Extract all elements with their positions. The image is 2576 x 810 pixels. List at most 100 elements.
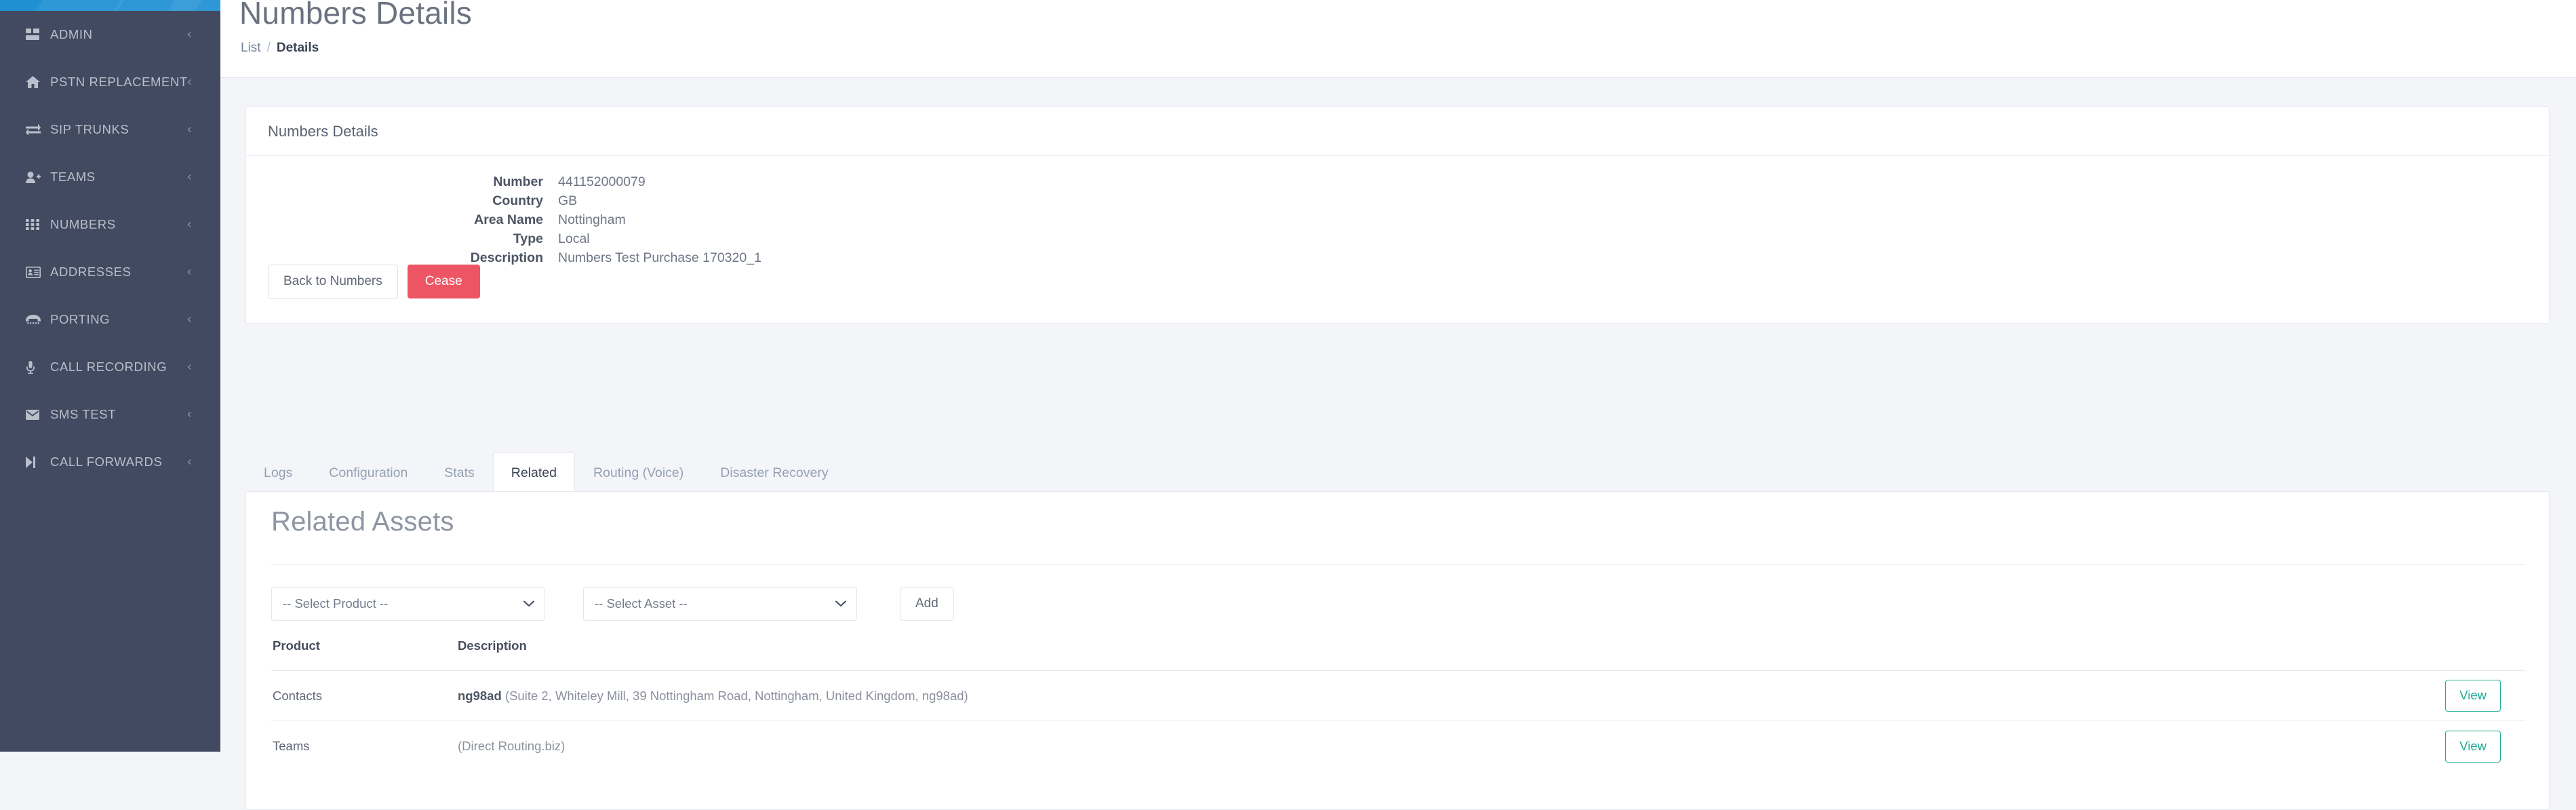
chevron-left-icon[interactable]: ‹ bbox=[186, 123, 192, 136]
cell-action: View bbox=[2419, 680, 2501, 712]
details-card-header: Numbers Details bbox=[246, 107, 2549, 156]
chevron-down-icon bbox=[523, 599, 534, 609]
chevron-down-icon bbox=[835, 599, 846, 609]
cell-action: View bbox=[2419, 730, 2501, 763]
sidebar-item-label: CALL RECORDING bbox=[50, 360, 167, 374]
sidebar-item-admin[interactable]: ADMIN ‹ bbox=[0, 11, 220, 58]
chevron-left-icon[interactable]: ‹ bbox=[186, 455, 192, 469]
sidebar-item-label: SMS TEST bbox=[50, 407, 116, 421]
detail-label: Description bbox=[470, 250, 543, 265]
column-header-description: Description bbox=[458, 638, 527, 653]
breadcrumb: List / Details bbox=[241, 41, 319, 56]
cell-description-detail: (Direct Routing.biz) bbox=[458, 739, 566, 753]
breadcrumb-current: Details bbox=[276, 41, 319, 55]
sidebar-item-porting[interactable]: PORTING ‹ bbox=[0, 296, 220, 343]
sidebar-item-sms-test[interactable]: SMS TEST ‹ bbox=[0, 391, 220, 438]
page-title: Numbers Details bbox=[239, 0, 472, 31]
id-card-icon bbox=[26, 266, 46, 278]
chevron-left-icon[interactable]: ‹ bbox=[186, 313, 192, 326]
sidebar-item-label: ADDRESSES bbox=[50, 265, 132, 279]
sidebar-item-call-recording[interactable]: CALL RECORDING ‹ bbox=[0, 343, 220, 391]
tab-bar: Logs Configuration Stats Related Routing (Vo… bbox=[245, 450, 847, 493]
chevron-left-icon[interactable]: ‹ bbox=[186, 218, 192, 231]
sidebar-item-sip-trunks[interactable]: SIP TRUNKS ‹ bbox=[0, 106, 220, 153]
detail-label: Area Name bbox=[474, 212, 543, 227]
details-field-list: Number 441152000079 Country GB Area Name Nott… bbox=[246, 156, 2549, 267]
tab-related[interactable]: Related bbox=[492, 452, 575, 493]
cease-button[interactable]: Cease bbox=[407, 265, 480, 298]
detail-label: Country bbox=[492, 193, 543, 208]
tab-configuration[interactable]: Configuration bbox=[311, 452, 426, 493]
asset-select[interactable]: -- Select Asset -- bbox=[583, 587, 857, 621]
add-asset-button[interactable]: Add bbox=[900, 587, 954, 621]
chevron-left-icon[interactable]: ‹ bbox=[186, 265, 192, 279]
sidebar-item-label: CALL FORWARDS bbox=[50, 455, 163, 469]
detail-row: Type Local bbox=[246, 229, 2549, 248]
sidebar-item-teams[interactable]: TEAMS ‹ bbox=[0, 153, 220, 201]
chevron-left-icon[interactable]: ‹ bbox=[186, 170, 192, 184]
sidebar-item-addresses[interactable]: ADDRESSES ‹ bbox=[0, 248, 220, 296]
detail-row: Area Name Nottingham bbox=[246, 210, 2549, 229]
sidebar-item-label: PORTING bbox=[50, 312, 111, 326]
related-filters: -- Select Product -- -- Select Asset -- … bbox=[271, 587, 954, 621]
chevron-left-icon[interactable]: ‹ bbox=[186, 28, 192, 41]
cell-description: ng98ad (Suite 2, Whiteley Mill, 39 Notti… bbox=[458, 689, 2419, 703]
numbers-details-card: Numbers Details Number 441152000079 Countr… bbox=[245, 107, 2550, 324]
section-divider bbox=[271, 564, 2525, 565]
detail-value: Local bbox=[558, 231, 590, 246]
chevron-left-icon[interactable]: ‹ bbox=[186, 75, 192, 89]
user-plus-icon bbox=[26, 171, 46, 183]
back-to-numbers-button[interactable]: Back to Numbers bbox=[268, 265, 398, 298]
cell-description-name: ng98ad bbox=[458, 688, 502, 703]
related-assets-card: Related Assets -- Select Product -- -- S… bbox=[245, 491, 2550, 810]
detail-value: 441152000079 bbox=[558, 174, 646, 189]
step-forward-icon bbox=[26, 456, 46, 468]
tab-routing-voice[interactable]: Routing (Voice) bbox=[575, 452, 702, 493]
table-header-row: Product Description bbox=[271, 637, 2525, 671]
sidebar-brand-bar bbox=[0, 0, 220, 11]
tab-stats[interactable]: Stats bbox=[426, 452, 492, 493]
details-actions: Back to Numbers Cease bbox=[268, 265, 480, 298]
product-select[interactable]: -- Select Product -- bbox=[271, 587, 545, 621]
asset-select-value: -- Select Asset -- bbox=[595, 596, 688, 611]
sidebar-nav: ADMIN ‹ PSTN REPLACEMENT ‹ SIP TRUNKS ‹ TEAMS ‹… bbox=[0, 11, 220, 486]
view-button[interactable]: View bbox=[2445, 680, 2501, 712]
sidebar-item-pstn-replacement[interactable]: PSTN REPLACEMENT ‹ bbox=[0, 58, 220, 106]
view-button[interactable]: View bbox=[2445, 730, 2501, 763]
dashboard-icon bbox=[26, 28, 46, 41]
sidebar-item-call-forwards[interactable]: CALL FORWARDS ‹ bbox=[0, 438, 220, 486]
page-header: Numbers Details List / Details bbox=[220, 0, 2576, 77]
breadcrumb-list-link[interactable]: List bbox=[241, 41, 261, 56]
column-header-product: Product bbox=[273, 638, 320, 653]
sidebar-item-label: NUMBERS bbox=[50, 217, 116, 231]
tab-logs[interactable]: Logs bbox=[245, 452, 311, 493]
main-content: Numbers Details List / Details Numbers D… bbox=[220, 0, 2576, 810]
details-card-title: Numbers Details bbox=[268, 122, 378, 140]
detail-value: GB bbox=[558, 193, 578, 208]
table-body: Contacts ng98ad (Suite 2, Whiteley Mill, … bbox=[271, 671, 2525, 771]
detail-value: Numbers Test Purchase 170320_1 bbox=[558, 250, 761, 265]
grid-icon bbox=[26, 219, 46, 230]
sidebar-item-label: TEAMS bbox=[50, 170, 96, 184]
home-icon bbox=[26, 76, 46, 88]
detail-value: Nottingham bbox=[558, 212, 626, 227]
breadcrumb-separator: / bbox=[266, 41, 271, 55]
cell-product: Contacts bbox=[273, 688, 323, 703]
content-area: Numbers Details Number 441152000079 Countr… bbox=[220, 77, 2576, 810]
chevron-left-icon[interactable]: ‹ bbox=[186, 360, 192, 374]
envelope-icon bbox=[26, 409, 46, 420]
sidebar-item-label: ADMIN bbox=[50, 27, 93, 41]
sidebar: ADMIN ‹ PSTN REPLACEMENT ‹ SIP TRUNKS ‹ TEAMS ‹… bbox=[0, 0, 220, 752]
sidebar-item-label: SIP TRUNKS bbox=[50, 122, 130, 136]
telephone-icon bbox=[26, 314, 46, 325]
chevron-left-icon[interactable]: ‹ bbox=[186, 408, 192, 421]
sidebar-item-label: PSTN REPLACEMENT bbox=[50, 75, 188, 89]
microphone-icon bbox=[26, 360, 46, 374]
table-row: Contacts ng98ad (Suite 2, Whiteley Mill, … bbox=[271, 671, 2525, 721]
detail-row: Description Numbers Test Purchase 170320_… bbox=[246, 248, 2549, 267]
table-row: Teams (Direct Routing.biz) View bbox=[271, 721, 2525, 771]
tab-disaster-recovery[interactable]: Disaster Recovery bbox=[702, 452, 846, 493]
sidebar-item-numbers[interactable]: NUMBERS ‹ bbox=[0, 201, 220, 248]
detail-label: Type bbox=[513, 231, 543, 246]
exchange-icon bbox=[26, 124, 46, 135]
